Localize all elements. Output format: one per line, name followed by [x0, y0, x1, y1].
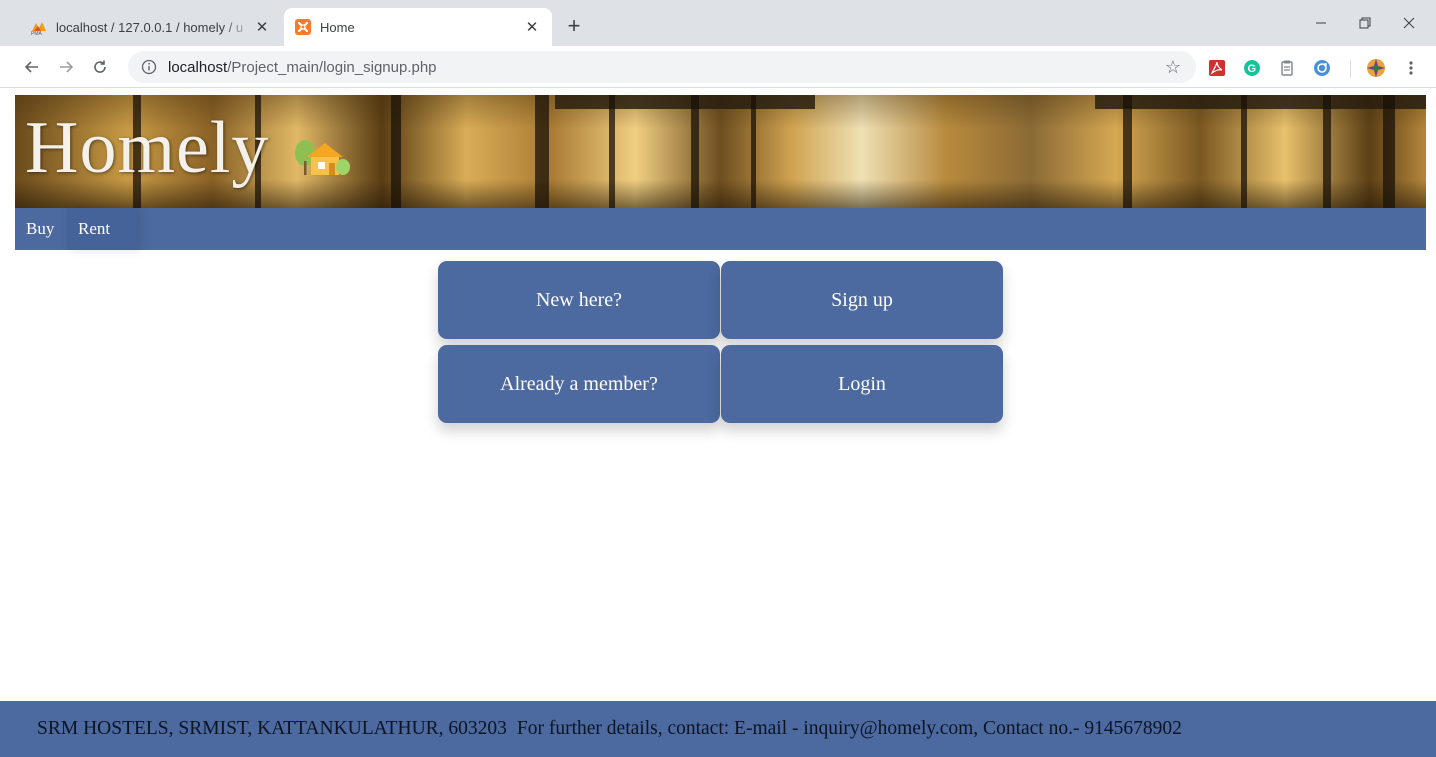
site-banner: Homely [15, 95, 1426, 208]
banner-decoration [555, 95, 815, 109]
url-path: /Project_main/login_signup.php [227, 58, 437, 76]
banner-decoration [1383, 95, 1395, 208]
minimize-icon[interactable] [1306, 10, 1336, 36]
house-logo-icon [295, 140, 350, 175]
banner-decoration [1123, 95, 1132, 208]
tab-title: localhost / 127.0.0.1 / homely / u [56, 19, 244, 35]
banner-decoration [535, 95, 549, 208]
site-logo-text: Homely [25, 107, 270, 189]
signup-button[interactable]: Sign up [721, 261, 1003, 339]
bookmark-star-icon[interactable]: ☆ [1162, 56, 1184, 78]
acrobat-extension-icon[interactable] [1207, 58, 1227, 78]
signup-choice: New here? Sign up [438, 261, 1003, 339]
toolbar-divider [1350, 60, 1351, 78]
restore-icon[interactable] [1350, 10, 1380, 36]
address-url: localhost/Project_main/login_signup.php [168, 59, 437, 76]
phpmyadmin-icon: PMA [30, 18, 48, 36]
site-footer: SRM HOSTELS, SRMIST, KATTANKULATHUR, 603… [0, 701, 1436, 757]
reload-icon[interactable] [88, 55, 112, 79]
clipboard-extension-icon[interactable] [1277, 58, 1297, 78]
login-choice: Already a member? Login [438, 345, 1003, 423]
browser-tab-strip: PMA localhost / 127.0.0.1 / homely / u ✕… [0, 0, 1436, 46]
close-window-icon[interactable] [1394, 10, 1424, 36]
forward-arrow-icon[interactable] [54, 55, 78, 79]
banner-decoration [1323, 95, 1331, 208]
login-button[interactable]: Login [721, 345, 1003, 423]
sync-extension-icon[interactable] [1312, 58, 1332, 78]
address-bar[interactable]: localhost/Project_main/login_signup.php … [128, 51, 1196, 83]
banner-decoration [1241, 95, 1247, 208]
banner-decoration [609, 95, 615, 208]
back-arrow-icon[interactable] [20, 55, 44, 79]
browser-tab-home[interactable]: Home ✕ [284, 8, 552, 46]
tab-title: Home [320, 19, 355, 35]
signup-prompt: New here? [438, 261, 720, 339]
browser-toolbar: localhost/Project_main/login_signup.php … [0, 46, 1436, 88]
svg-text:G: G [1248, 63, 1257, 75]
url-host: localhost [168, 58, 228, 76]
nav-link-buy[interactable]: Buy [15, 208, 67, 250]
profile-avatar-icon[interactable] [1366, 58, 1386, 78]
new-tab-button[interactable]: + [562, 14, 586, 38]
footer-address: SRM HOSTELS, SRMIST, KATTANKULATHUR, 603… [37, 718, 507, 739]
svg-text:PMA: PMA [31, 31, 43, 36]
close-tab-icon[interactable]: ✕ [522, 17, 542, 37]
banner-decoration [1095, 95, 1426, 109]
site-navbar: Buy Rent [15, 208, 1426, 250]
xampp-icon [294, 18, 312, 36]
close-tab-icon[interactable]: ✕ [252, 17, 272, 37]
nav-link-rent[interactable]: Rent [67, 208, 137, 250]
info-icon[interactable] [138, 56, 160, 78]
footer-contact: For further details, contact: E-mail - i… [516, 718, 1182, 739]
banner-decoration [751, 95, 756, 208]
grammarly-extension-icon[interactable]: G [1242, 58, 1262, 78]
browser-tab-phpmyadmin[interactable]: PMA localhost / 127.0.0.1 / homely / u ✕ [20, 8, 282, 46]
browser-menu-icon[interactable] [1401, 58, 1421, 78]
login-prompt: Already a member? [438, 345, 720, 423]
banner-decoration [391, 95, 401, 208]
banner-decoration [691, 95, 699, 208]
